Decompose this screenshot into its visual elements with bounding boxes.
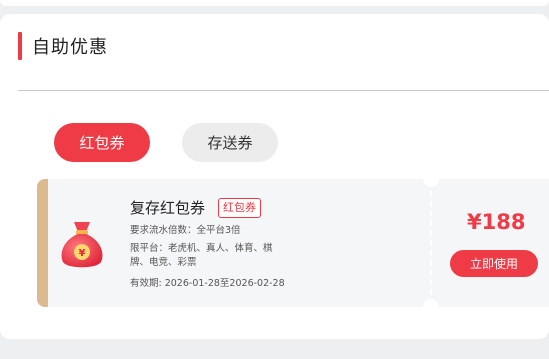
coupon-platforms: 限平台：老虎机、真人、体育、棋牌、电竞、彩票 [130, 243, 273, 268]
section-header: 自助优惠 [18, 32, 108, 60]
use-now-button[interactable]: 立即使用 [450, 250, 538, 277]
section-accent-bar [18, 32, 22, 60]
coupon-notch-bottom [423, 299, 439, 307]
section-title: 自助优惠 [32, 37, 108, 58]
coupon-card: ¥ 复存红包券 红包券 要求流水倍数：全平台3倍 限平台：老虎机、真人、体育、棋… [37, 179, 549, 307]
coupon-name: 复存红包券 [130, 199, 206, 217]
coupon-stripe [37, 179, 48, 307]
bag-currency-symbol: ¥ [79, 248, 86, 259]
coupon-requirement: 要求流水倍数：全平台3倍 [130, 225, 241, 236]
coupon-type-badge: 红包券 [218, 198, 261, 218]
top-card [0, 0, 549, 6]
coupon-validity: 有效期: 2026-01-28至2026-02-28 [130, 278, 285, 289]
coupon-amount: ¥188 [467, 210, 526, 234]
coupon-notch-top [423, 179, 439, 187]
coupon-dashed-divider [430, 191, 432, 295]
section-divider [18, 90, 549, 91]
money-bag-icon: ¥ [61, 222, 103, 268]
tab-red-packet-coupon[interactable]: 红包券 [54, 123, 150, 162]
tab-deposit-bonus-coupon[interactable]: 存送券 [182, 123, 278, 162]
